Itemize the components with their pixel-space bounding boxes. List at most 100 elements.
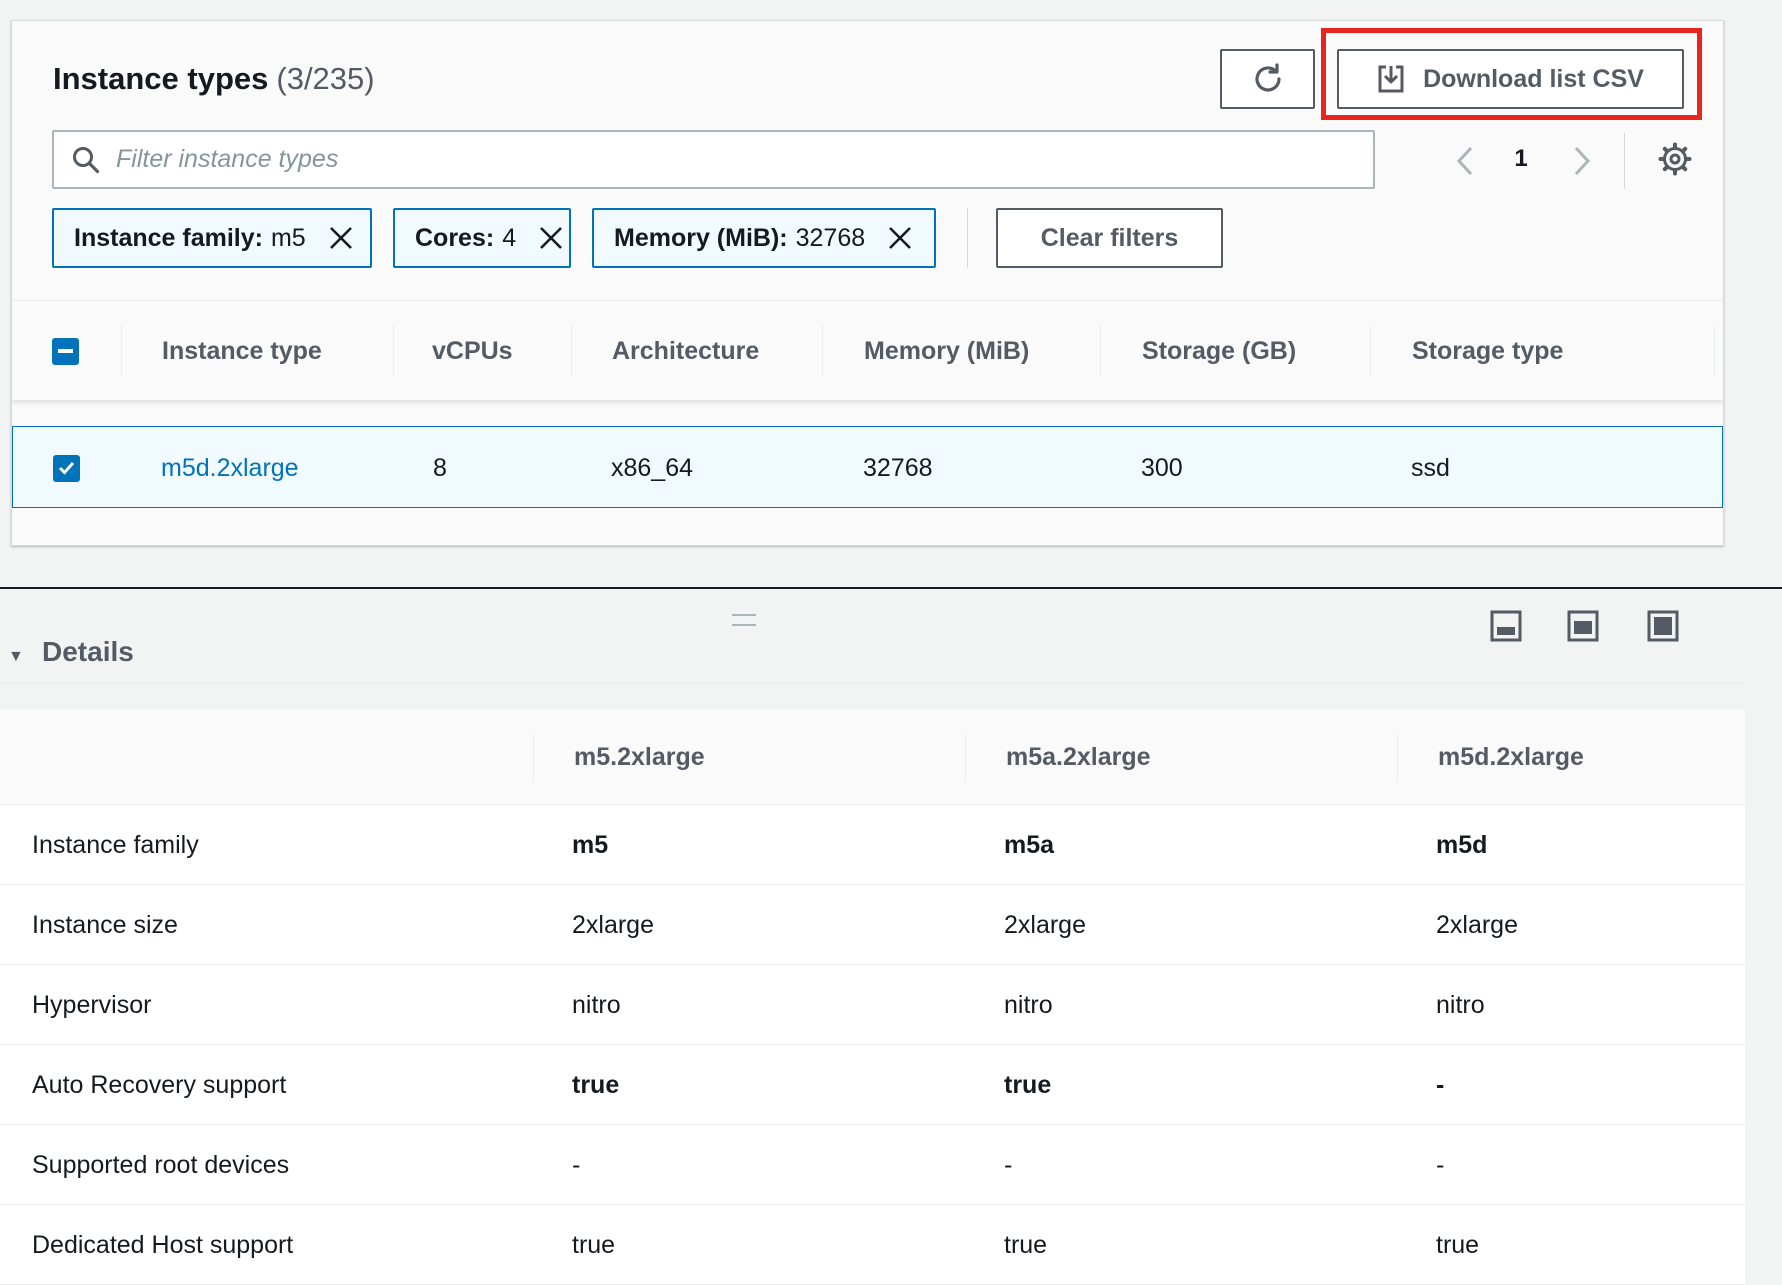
- details-section-header[interactable]: ▼ Details: [0, 640, 1745, 684]
- row-value: -: [1436, 1150, 1445, 1179]
- row-label: Supported root devices: [32, 1150, 290, 1179]
- chevron-left-icon: [1456, 146, 1473, 176]
- clear-filters-button[interactable]: Clear filters: [996, 208, 1223, 268]
- details-section-label: Details: [42, 640, 134, 667]
- row-value: -: [1004, 1150, 1013, 1179]
- filter-divider: [967, 208, 968, 268]
- page-title-text: Instance types: [53, 61, 269, 96]
- column-header-memory[interactable]: Memory (MiB): [864, 301, 1029, 401]
- comparison-header: m5.2xlarge m5a.2xlarge m5d.2xlarge: [0, 709, 1745, 805]
- download-csv-label: Download list CSV: [1423, 64, 1644, 93]
- search-icon: [73, 146, 100, 173]
- previous-page-button[interactable]: [1445, 141, 1485, 181]
- close-icon: [889, 227, 912, 249]
- current-page-number[interactable]: 1: [1506, 145, 1536, 173]
- column-header-storage-type[interactable]: Storage type: [1412, 301, 1563, 401]
- column-separator: [1100, 325, 1101, 377]
- row-value: nitro: [572, 990, 621, 1019]
- remove-filter-button[interactable]: [538, 225, 564, 251]
- filter-token-key: Instance family:: [74, 223, 263, 252]
- column-header-architecture[interactable]: Architecture: [612, 301, 759, 401]
- dock-full-icon[interactable]: [1647, 610, 1679, 642]
- filter-token-key: Cores:: [415, 223, 495, 252]
- filter-token-value: 32768: [795, 223, 866, 252]
- download-icon: [1378, 65, 1404, 93]
- gear-icon: [1658, 142, 1692, 176]
- storage-cell: 300: [1141, 453, 1183, 482]
- column-separator: [1714, 325, 1715, 377]
- filter-token-memory: Memory (MiB): 32768: [592, 208, 936, 268]
- row-value: 2xlarge: [572, 910, 654, 939]
- column-separator: [393, 325, 394, 377]
- comparison-row-instance-size: Instance size 2xlarge 2xlarge 2xlarge: [0, 885, 1745, 965]
- filter-input[interactable]: [114, 144, 1373, 175]
- filter-search-box[interactable]: [52, 130, 1375, 189]
- row-value: -: [572, 1150, 581, 1179]
- row-value: nitro: [1436, 990, 1485, 1019]
- dock-bottom-icon[interactable]: [1490, 610, 1522, 642]
- next-page-button[interactable]: [1562, 141, 1602, 181]
- filter-token-instance-family: Instance family: m5: [52, 208, 372, 268]
- row-select-cell: [53, 427, 80, 509]
- select-all-cell: [52, 301, 79, 401]
- dock-middle-icon[interactable]: [1567, 610, 1599, 642]
- preferences-button[interactable]: [1655, 139, 1695, 179]
- caret-down-icon: ▼: [8, 648, 24, 665]
- chevron-right-icon: [1574, 146, 1591, 176]
- filter-token-key: Memory (MiB):: [614, 223, 788, 252]
- instance-type-link[interactable]: m5d.2xlarge: [161, 427, 299, 509]
- column-header-vcpus[interactable]: vCPUs: [432, 301, 513, 401]
- column-separator: [1397, 733, 1398, 781]
- resize-handle[interactable]: [732, 614, 756, 626]
- remove-filter-button[interactable]: [328, 225, 354, 251]
- refresh-icon: [1254, 63, 1281, 92]
- instance-type-link[interactable]: m5dn.2xlarge: [160, 529, 311, 545]
- column-header-storage[interactable]: Storage (GB): [1142, 301, 1296, 401]
- page-title: Instance types (3/235): [53, 61, 375, 97]
- column-separator: [1370, 325, 1371, 377]
- row-value: -: [1436, 1070, 1445, 1099]
- column-separator: [965, 733, 966, 781]
- compare-column-header: m5a.2xlarge: [1006, 742, 1151, 771]
- row-value: m5d: [1436, 830, 1488, 859]
- row-value: 2xlarge: [1436, 910, 1518, 939]
- filter-token-cores: Cores: 4: [393, 208, 571, 268]
- table-header: Instance type vCPUs Architecture Memory …: [12, 300, 1723, 400]
- filter-token-value: 4: [502, 223, 517, 252]
- refresh-button[interactable]: [1220, 49, 1315, 109]
- storage-type-cell: ssd: [1410, 529, 1449, 545]
- column-header-instance-type[interactable]: Instance type: [162, 301, 322, 401]
- close-icon: [329, 227, 352, 249]
- row-label: Auto Recovery support: [32, 1070, 287, 1099]
- row-label: Instance size: [32, 910, 178, 939]
- row-value: 2xlarge: [1004, 910, 1086, 939]
- row-value: nitro: [1004, 990, 1053, 1019]
- row-checkbox[interactable]: [53, 454, 80, 482]
- comparison-row-dedicated-host: Dedicated Host support true true true: [0, 1205, 1745, 1285]
- comparison-table: m5.2xlarge m5a.2xlarge m5d.2xlarge Insta…: [0, 709, 1745, 1285]
- table-row[interactable]: m5dn.2xlarge 8 x86_64 32768 300 ssd: [12, 529, 1723, 545]
- row-value: true: [572, 1070, 620, 1099]
- select-all-checkbox[interactable]: [52, 337, 79, 365]
- filter-token-value: m5: [270, 223, 306, 252]
- table-row[interactable]: m5d.2xlarge 8 x86_64 32768 300 ssd: [12, 426, 1723, 508]
- row-value: m5: [572, 830, 609, 859]
- comparison-row-instance-family: Instance family m5 m5a m5d: [0, 805, 1745, 885]
- split-panel-divider: [0, 587, 1782, 589]
- architecture-cell: x86_64: [610, 529, 692, 545]
- row-value: m5a: [1004, 830, 1055, 859]
- checkmark-icon: [58, 461, 75, 475]
- comparison-row-root-devices: Supported root devices - - -: [0, 1125, 1745, 1205]
- column-separator: [822, 325, 823, 377]
- column-separator: [121, 325, 122, 377]
- vcpus-cell: 8: [433, 453, 447, 482]
- pager-divider: [1624, 133, 1625, 189]
- vcpus-cell: 8: [432, 529, 446, 545]
- memory-cell: 32768: [862, 529, 932, 545]
- compare-column-header: m5.2xlarge: [574, 742, 705, 771]
- indeterminate-icon: [58, 349, 73, 353]
- remove-filter-button[interactable]: [887, 225, 913, 251]
- download-csv-button[interactable]: Download list CSV: [1337, 49, 1684, 109]
- row-label: Hypervisor: [32, 990, 152, 1019]
- row-value: true: [1436, 1230, 1480, 1259]
